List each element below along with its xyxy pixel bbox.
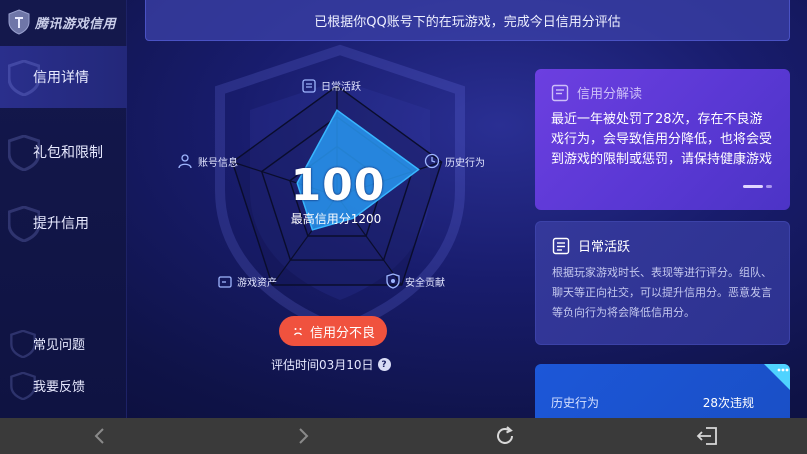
evaluation-time-text: 评估时间03月10日 xyxy=(271,358,374,372)
axis-label-text: 日常活跃 xyxy=(321,82,361,93)
axis-daily-active[interactable]: 日常活跃 xyxy=(302,78,361,93)
credit-interpretation-card[interactable]: 信用分解读 最近一年被处罚了28次，存在不良游戏行为，会导致信用分降低，也将会受… xyxy=(535,69,790,210)
sidebar-item-label: 提升信用 xyxy=(33,216,89,232)
axis-history[interactable]: 历史行为 xyxy=(424,153,485,169)
clock-icon xyxy=(424,153,440,169)
axis-label-text: 游戏资产 xyxy=(237,278,277,289)
evaluation-time: 评估时间03月10日 ? xyxy=(271,356,391,373)
daily-active-card[interactable]: 日常活跃 根据玩家游戏时长、表现等进行评分。组队、聊天等正向社交，可以提升信用分… xyxy=(535,221,790,345)
sidebar-item-label: 信用详情 xyxy=(33,70,89,86)
shield-check-icon xyxy=(386,273,400,289)
credit-status-badge[interactable]: 信用分不良 xyxy=(279,316,387,346)
axis-game-assets[interactable]: 游戏资产 xyxy=(218,274,277,289)
forward-arrow-icon[interactable] xyxy=(283,418,323,454)
card-title: 信用分解读 xyxy=(577,87,643,102)
card-header: 日常活跃 xyxy=(552,236,773,255)
axis-account-info[interactable]: 账号信息 xyxy=(177,153,238,169)
exit-icon[interactable] xyxy=(688,418,728,454)
credit-status-text: 信用分不良 xyxy=(309,325,375,341)
card-title: 日常活跃 xyxy=(578,240,631,255)
help-icon[interactable]: ? xyxy=(377,358,391,371)
max-score-label: 最高信用分1200 xyxy=(290,212,382,226)
more-icon[interactable] xyxy=(764,364,790,390)
list-icon xyxy=(552,237,570,254)
back-arrow-icon[interactable] xyxy=(80,418,120,454)
document-icon xyxy=(551,84,569,101)
axis-label-text: 安全贡献 xyxy=(405,277,445,289)
history-behavior-card[interactable]: 历史行为 28次违规 xyxy=(535,364,790,418)
list-icon xyxy=(302,78,316,93)
user-icon xyxy=(178,154,192,169)
history-label: 历史行为 xyxy=(551,396,600,410)
refresh-icon[interactable] xyxy=(485,418,525,454)
axis-label-text: 账号信息 xyxy=(198,157,238,169)
app-window: 腾讯游戏信用 信用详情 礼包和限制 提升信用 常见问题 我要反馈 已根据你QQ账… xyxy=(0,0,807,418)
history-value: 28次违规 xyxy=(702,396,754,410)
wallet-icon xyxy=(218,275,232,288)
credit-score: 100 xyxy=(290,160,386,211)
pager-dots xyxy=(743,185,772,188)
card-body: 根据玩家游戏时长、表现等进行评分。组队、聊天等正向社交，可以提升信用分。恶意发言… xyxy=(552,266,772,319)
card-body: 最近一年被处罚了28次，存在不良游戏行为，会导致信用分降低，也将会受到游戏的限制… xyxy=(551,112,773,167)
axis-security[interactable]: 安全贡献 xyxy=(386,273,445,289)
system-navbar xyxy=(0,418,807,454)
sidebar-item-label: 礼包和限制 xyxy=(33,145,103,161)
axis-label-text: 历史行为 xyxy=(445,157,485,169)
sad-face-icon xyxy=(293,328,303,336)
card-header: 信用分解读 xyxy=(551,83,774,102)
